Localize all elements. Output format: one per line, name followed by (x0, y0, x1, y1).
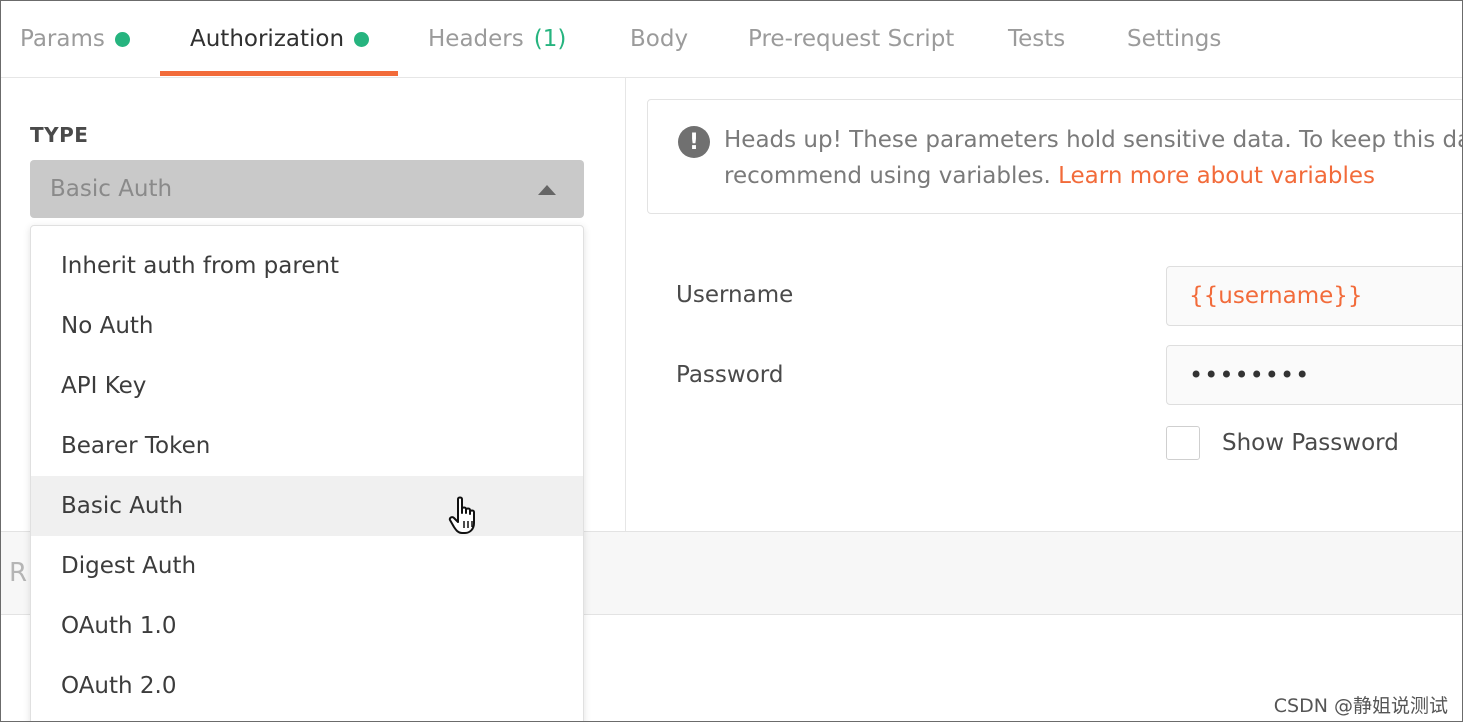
tab-authorization-label: Authorization (190, 25, 345, 52)
show-password-checkbox[interactable] (1166, 426, 1200, 460)
auth-type-selected-value: Basic Auth (50, 176, 173, 202)
params-status-dot-icon (114, 31, 130, 47)
dropdown-option-no-auth[interactable]: No Auth (31, 296, 583, 356)
tab-tests[interactable]: Tests (1008, 1, 1065, 77)
authorization-status-dot-icon (354, 31, 370, 47)
tab-settings-label: Settings (1127, 25, 1222, 52)
notice-text: Heads up! These parameters hold sensitiv… (724, 122, 1463, 194)
auth-type-dropdown-menu: Inherit auth from parent No Auth API Key… (30, 225, 584, 721)
notice-line-1: Heads up! These parameters hold sensitiv… (724, 127, 1463, 153)
dropdown-option-oauth-2[interactable]: OAuth 2.0 (31, 656, 583, 716)
tab-settings[interactable]: Settings (1127, 1, 1221, 77)
watermark: CSDN @静姐说测试 (1273, 695, 1448, 717)
tab-headers[interactable]: Headers (1) (428, 1, 566, 77)
auth-type-select[interactable]: Basic Auth (30, 160, 584, 218)
app-window: Params Authorization Headers (1) Body Pr… (0, 0, 1463, 722)
tab-authorization[interactable]: Authorization (190, 1, 370, 77)
tab-headers-count: (1) (533, 26, 567, 52)
username-label: Username (676, 282, 794, 308)
dropdown-option-oauth-1[interactable]: OAuth 1.0 (31, 596, 583, 656)
dropdown-option-bearer-token[interactable]: Bearer Token (31, 416, 583, 476)
request-tab-bar: Params Authorization Headers (1) Body Pr… (1, 1, 1462, 78)
tab-pre-request-script-label: Pre-request Script (748, 25, 955, 52)
notice-line-2-text: recommend using variables. (724, 163, 1059, 189)
tab-tests-label: Tests (1008, 25, 1066, 52)
tab-pre-request-script[interactable]: Pre-request Script (748, 1, 954, 77)
dropdown-option-basic-auth[interactable]: Basic Auth (31, 476, 583, 536)
exclamation-icon: ! (678, 126, 710, 158)
username-input[interactable]: {{username}} (1166, 266, 1462, 326)
dropdown-option-api-key[interactable]: API Key (31, 356, 583, 416)
tab-headers-label: Headers (428, 25, 524, 52)
notice-line-2: recommend using variables. Learn more ab… (724, 158, 1462, 194)
dropdown-option-inherit-auth[interactable]: Inherit auth from parent (31, 236, 583, 296)
password-input[interactable]: •••••••• (1166, 345, 1462, 405)
response-section-title: R (9, 558, 28, 588)
active-tab-indicator (160, 71, 398, 76)
dropdown-option-digest-auth[interactable]: Digest Auth (31, 536, 583, 596)
show-password-label: Show Password (1222, 430, 1399, 456)
auth-type-label: TYPE (30, 123, 89, 147)
tab-params[interactable]: Params (20, 1, 130, 77)
password-label: Password (676, 362, 784, 388)
tab-params-label: Params (20, 25, 105, 52)
caret-up-icon (538, 185, 556, 195)
tab-body[interactable]: Body (630, 1, 688, 77)
learn-more-variables-link[interactable]: Learn more about variables (1058, 163, 1375, 189)
tab-body-label: Body (630, 25, 689, 52)
hand-pointer-cursor-icon (448, 496, 475, 534)
sensitive-data-notice: ! Heads up! These parameters hold sensit… (647, 99, 1463, 214)
